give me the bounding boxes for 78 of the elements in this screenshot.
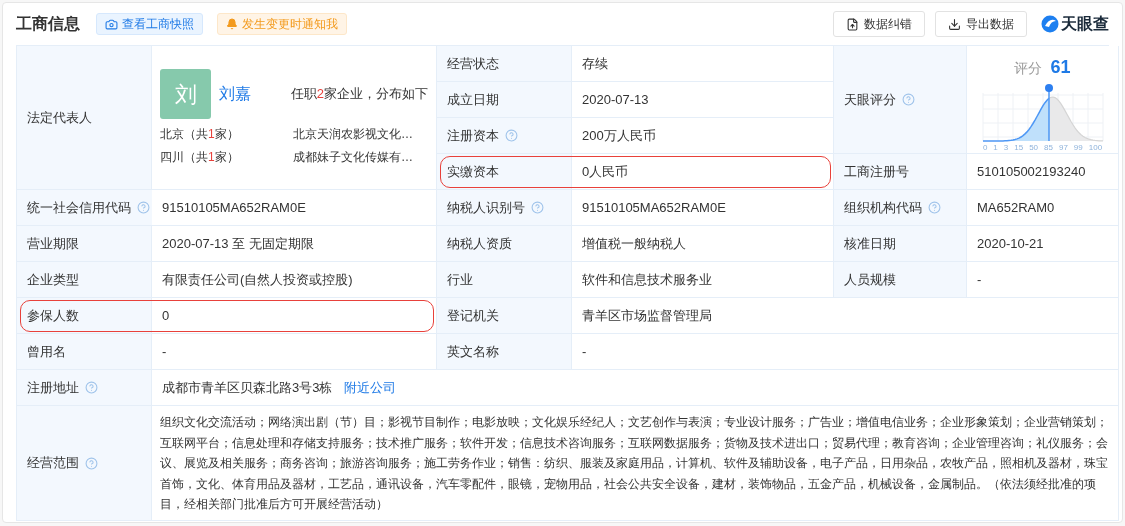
field-label: 英文名称 xyxy=(447,342,499,361)
field-value: - xyxy=(977,270,982,289)
nearby-link[interactable]: 附近公司 xyxy=(344,377,397,398)
help-icon[interactable] xyxy=(505,129,518,142)
field-label: 曾用名 xyxy=(27,342,66,361)
field-value: 2020-07-13 xyxy=(582,90,649,109)
help-icon[interactable] xyxy=(85,381,98,394)
field-value: 91510105MA652RAM0E xyxy=(162,198,306,217)
field-label: 人员规模 xyxy=(844,270,896,289)
field-label: 经营范围 xyxy=(27,454,79,473)
axis-label: 0 xyxy=(982,144,988,152)
help-icon[interactable] xyxy=(85,456,98,470)
field-value: 200万人民币 xyxy=(582,126,656,145)
field-value: 2020-10-21 xyxy=(977,234,1044,253)
region-count: 北京（共1家） xyxy=(160,126,240,143)
business-scope-text: 组织文化交流活动；网络演出剧（节）目；影视节目制作；电影放映；文化娱乐经纪人；文艺创作与表演；专业设计服务；广告业；增值电信业务；企业形象策划；企业营销策划；互联网平台；信息处理和存储支持服务；技术推广服务；软件开发；信息技术咨询服务；互联网数据服务；货物及技术进出口；贸易代理；教育咨询；企业管理咨询；礼仪服务；会议、展览及相关服务；商务咨询；旅游咨询服务；施工劳务作业；销售：纺织、服装及家庭用品，计算机、软件及辅助设备，电子产品，日用杂品，农牧产品，照相机及器材，珠宝首饰，文化、体育用品及器材，工艺品，通讯设备，汽车零配件，眼镜，宠物用品，社会公共安全设备，建材，装饰物品，五金产品，机械设备，金属制品。（依法须经批准的项目，经相关部门批准后方可开展经营活动） xyxy=(160,414,1109,513)
help-icon[interactable] xyxy=(531,201,544,214)
field-label: 天眼评分 xyxy=(844,90,896,109)
field-value: - xyxy=(162,342,167,361)
download-icon xyxy=(948,17,961,31)
field-value: 存续 xyxy=(582,54,608,73)
field-label: 经营状态 xyxy=(447,54,499,73)
section-title: 工商信息 xyxy=(16,14,80,34)
logo-icon xyxy=(1041,15,1059,33)
axis-label: 1 xyxy=(993,144,998,152)
field-value: - xyxy=(582,342,587,361)
field-value: 软件和信息技术服务业 xyxy=(582,270,712,289)
person-link[interactable]: 刘嘉 xyxy=(219,82,251,106)
region-count: 四川（共1家） xyxy=(160,149,240,166)
field-value: 0 xyxy=(162,306,170,325)
snapshot-button[interactable]: 查看工商快照 xyxy=(96,13,203,35)
field-label: 组织机构代码 xyxy=(844,198,922,217)
field-label: 核准日期 xyxy=(844,234,896,253)
field-label: 企业类型 xyxy=(27,270,79,289)
field-label: 纳税人资质 xyxy=(447,234,512,253)
axis-label: 15 xyxy=(1014,144,1024,152)
field-label: 实缴资本 xyxy=(447,162,499,181)
axis-label: 99 xyxy=(1073,144,1083,152)
field-label: 行业 xyxy=(447,270,473,289)
field-value: 0人民币 xyxy=(582,162,629,181)
score-value: 61 xyxy=(1050,56,1071,79)
field-label: 成立日期 xyxy=(447,90,499,109)
field-value: 2020-07-13 至 无固定期限 xyxy=(162,234,314,253)
avatar: 刘 xyxy=(160,69,211,119)
company-link[interactable]: 北京天润农影视文化… xyxy=(293,125,413,144)
company-link[interactable]: 成都妹子文化传媒有… xyxy=(293,148,413,167)
field-value: 91510105MA652RAM0E xyxy=(582,198,726,217)
axis-label: 50 xyxy=(1029,144,1039,152)
axis-label: 85 xyxy=(1044,144,1053,152)
axis-label: 97 xyxy=(1058,144,1068,152)
field-label: 法定代表人 xyxy=(27,108,92,127)
axis-label: 100 xyxy=(1088,144,1103,152)
document-icon xyxy=(846,17,859,31)
field-label: 注册资本 xyxy=(447,126,499,145)
logo-text: 天眼查 xyxy=(1061,14,1109,34)
field-value: 青羊区市场监督管理局 xyxy=(582,306,712,325)
help-icon[interactable] xyxy=(137,201,150,214)
field-value: MA652RAM0 xyxy=(977,198,1055,217)
export-button[interactable]: 导出数据 xyxy=(935,11,1027,37)
field-label: 营业期限 xyxy=(27,234,79,253)
field-label: 注册地址 xyxy=(27,378,79,397)
bell-icon xyxy=(226,18,238,30)
field-value: 增值税一般纳税人 xyxy=(582,234,686,253)
axis-label: 3 xyxy=(1003,144,1009,152)
field-label: 统一社会信用代码 xyxy=(27,198,131,217)
field-label: 参保人数 xyxy=(27,306,79,325)
field-label: 工商注册号 xyxy=(844,162,909,181)
field-value: 有限责任公司(自然人投资或控股) xyxy=(162,270,353,289)
help-icon[interactable] xyxy=(902,93,915,106)
field-label: 纳税人识别号 xyxy=(447,198,525,217)
score-caption: 评分 xyxy=(1014,59,1043,78)
correct-button[interactable]: 数据纠错 xyxy=(833,11,925,37)
field-label: 登记机关 xyxy=(447,306,499,325)
camera-icon xyxy=(105,17,118,31)
field-value: 成都市青羊区贝森北路3号3栋 xyxy=(162,378,333,397)
help-icon[interactable] xyxy=(928,201,941,214)
field-value: 510105002193240 xyxy=(977,162,1086,181)
position-summary: 任职2家企业，分布如下 xyxy=(290,85,428,104)
